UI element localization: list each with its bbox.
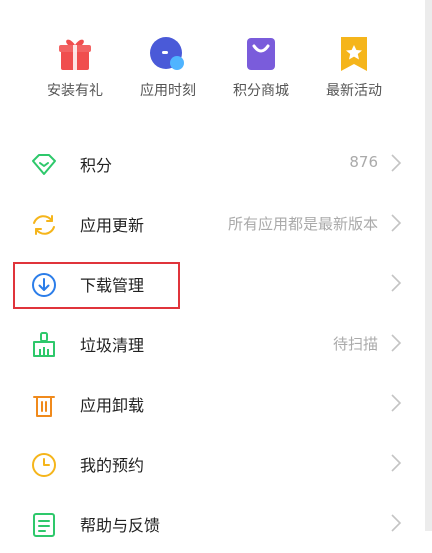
menu-item-app-update[interactable]: 应用更新 所有应用都是最新版本 [0, 193, 425, 253]
chevron-right-icon [391, 154, 402, 172]
menu-item-app-uninstall[interactable]: 应用卸载 [0, 373, 425, 433]
chevron-right-icon [391, 214, 402, 232]
event-badge-icon [341, 37, 367, 71]
menu-item-label: 我的预约 [80, 456, 145, 475]
shopping-bag-icon [247, 38, 275, 70]
settings-menu: 积分 876 应用更新 所有应用都是最新版本 下载管理 垃圾清理 待扫描 应用卸… [0, 133, 425, 553]
trash-icon [33, 396, 55, 417]
menu-item-label: 应用更新 [80, 216, 145, 235]
menu-item-points[interactable]: 积分 876 [0, 133, 425, 193]
quick-actions-row: 安装有礼 应用时刻 积分商城 最新活动 [0, 0, 425, 110]
chevron-right-icon [391, 394, 402, 412]
quick-action-label: 积分商城 [233, 83, 289, 99]
quick-action-label: 最新活动 [326, 83, 382, 99]
chevron-right-icon [391, 514, 402, 532]
feedback-icon [33, 513, 55, 537]
clock-icon [32, 453, 56, 477]
quick-action-label: 应用时刻 [140, 83, 196, 99]
broom-icon [33, 332, 55, 357]
cleanup-status-text: 待扫描 [332, 335, 378, 353]
menu-item-download-manager[interactable]: 下载管理 [0, 253, 425, 313]
quick-action-latest-events[interactable]: 最新活动 [309, 34, 399, 104]
points-value: 876 [349, 153, 378, 171]
chevron-right-icon [391, 274, 402, 292]
update-status-text: 所有应用都是最新版本 [227, 215, 378, 233]
menu-item-help-feedback[interactable]: 帮助与反馈 [0, 493, 425, 553]
quick-action-label: 安装有礼 [47, 83, 103, 99]
menu-item-label: 下载管理 [80, 276, 145, 295]
gift-icon [59, 39, 91, 70]
refresh-icon [33, 215, 55, 235]
menu-item-my-reservations[interactable]: 我的预约 [0, 433, 425, 493]
right-edge-strip [425, 0, 432, 531]
download-icon [32, 273, 56, 297]
menu-item-label: 积分 [80, 156, 113, 175]
menu-item-junk-cleanup[interactable]: 垃圾清理 待扫描 [0, 313, 425, 373]
diamond-icon [32, 154, 56, 175]
chevron-right-icon [391, 454, 402, 472]
app-moment-icon [150, 37, 184, 70]
menu-item-label: 帮助与反馈 [80, 516, 161, 535]
menu-item-label: 垃圾清理 [80, 336, 145, 355]
quick-action-app-moment[interactable]: 应用时刻 [123, 34, 213, 104]
chevron-right-icon [391, 334, 402, 352]
quick-action-install-gift[interactable]: 安装有礼 [30, 34, 120, 104]
menu-item-label: 应用卸载 [80, 396, 145, 415]
quick-action-points-mall[interactable]: 积分商城 [216, 34, 306, 104]
